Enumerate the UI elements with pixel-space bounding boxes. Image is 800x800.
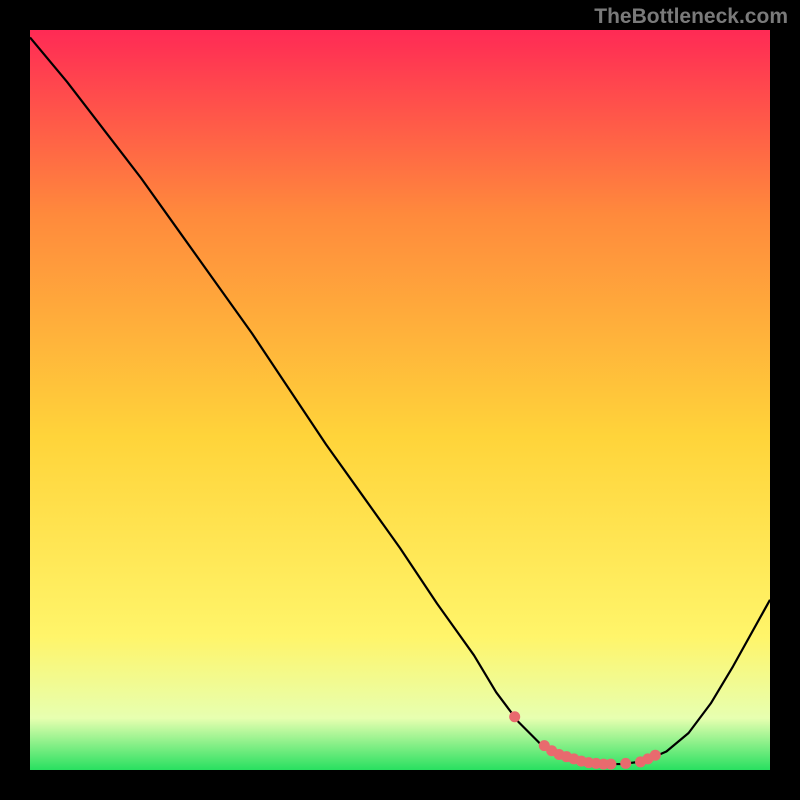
- highlight-point: [509, 711, 520, 722]
- gradient-background: [30, 30, 770, 770]
- watermark-text: TheBottleneck.com: [594, 5, 788, 29]
- highlight-point: [650, 750, 661, 761]
- chart-container: TheBottleneck.com: [0, 0, 800, 800]
- highlight-point: [605, 759, 616, 770]
- highlight-point: [620, 758, 631, 769]
- bottleneck-chart: [0, 0, 800, 800]
